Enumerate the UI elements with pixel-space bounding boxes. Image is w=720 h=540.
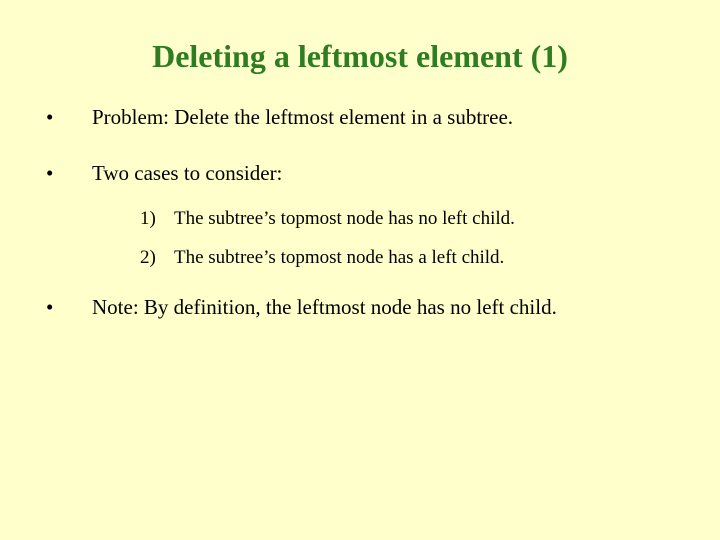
bullet-text: Note: By definition, the leftmost node h…: [92, 293, 676, 321]
subitem-text: The subtree’s topmost node has a left ch…: [174, 245, 676, 271]
bullet-list: • Problem: Delete the leftmost element i…: [44, 103, 676, 321]
list-item: 1) The subtree’s topmost node has no lef…: [140, 206, 676, 232]
numbered-sublist: 1) The subtree’s topmost node has no lef…: [44, 206, 676, 271]
bullet-marker: •: [44, 159, 92, 187]
subitem-text: The subtree’s topmost node has no left c…: [174, 206, 676, 232]
list-item: 2) The subtree’s topmost node has a left…: [140, 245, 676, 271]
bullet-marker: •: [44, 103, 92, 131]
list-item: • Note: By definition, the leftmost node…: [44, 293, 676, 321]
number-marker: 2): [140, 245, 174, 271]
slide: Deleting a leftmost element (1) • Proble…: [0, 0, 720, 540]
list-item: • Two cases to consider:: [44, 159, 676, 187]
bullet-text: Problem: Delete the leftmost element in …: [92, 103, 676, 131]
slide-title: Deleting a leftmost element (1): [44, 38, 676, 75]
bullet-text: Two cases to consider:: [92, 159, 676, 187]
list-item: • Problem: Delete the leftmost element i…: [44, 103, 676, 131]
number-marker: 1): [140, 206, 174, 232]
bullet-marker: •: [44, 293, 92, 321]
